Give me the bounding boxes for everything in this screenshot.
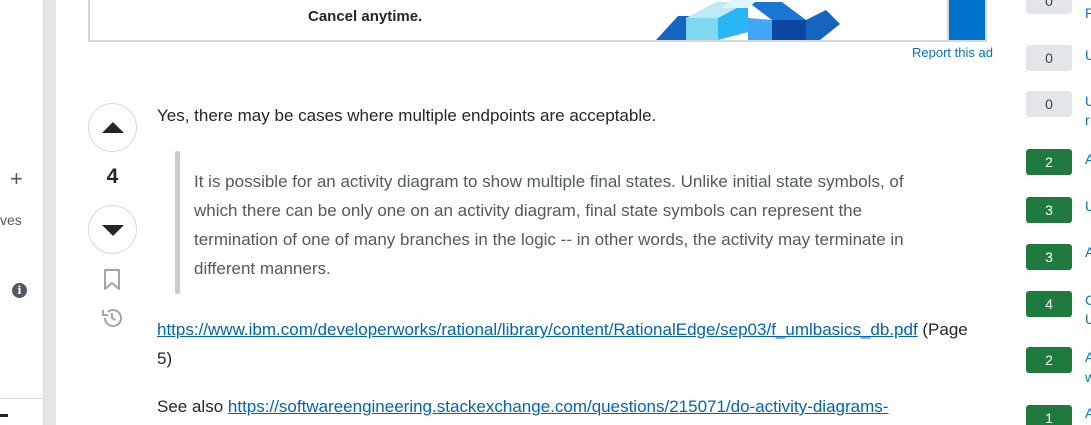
related-question-link[interactable]: U — [1085, 46, 1091, 64]
upvote-button[interactable] — [88, 103, 137, 152]
downvote-button[interactable] — [88, 205, 137, 254]
see-also-link[interactable]: https://softwareengineering.stackexchang… — [228, 397, 889, 416]
source-paragraph: https://www.ibm.com/developerworks/ratio… — [157, 315, 977, 373]
arrow-up-icon — [102, 122, 124, 133]
source-link[interactable]: https://www.ibm.com/developerworks/ratio… — [157, 320, 918, 339]
advertisement[interactable]: Cancel anytime. — [88, 0, 987, 42]
content-gutter — [44, 0, 56, 425]
plus-icon[interactable]: + — [10, 168, 23, 190]
related-question-link[interactable]: A — [1085, 243, 1091, 261]
report-ad-link[interactable]: Report this ad — [912, 45, 993, 60]
answer-count-badge[interactable]: 2 — [1026, 347, 1072, 373]
left-sidebar: + ves i — [0, 0, 44, 425]
bookmark-icon[interactable] — [103, 269, 121, 291]
related-question-link[interactable]: A — [1085, 348, 1091, 366]
ad-text: Cancel anytime. — [308, 8, 423, 25]
arrow-down-icon — [102, 225, 124, 236]
answer-count-badge[interactable]: 4 — [1026, 291, 1072, 317]
see-also-paragraph: See also https://softwareengineering.sta… — [157, 392, 997, 421]
related-question-link-cont[interactable]: w — [1085, 368, 1091, 386]
related-question-link[interactable]: P — [1085, 4, 1091, 22]
answer-count-badge[interactable]: 0 — [1026, 91, 1072, 117]
ad-accent-bar — [947, 0, 985, 40]
see-also-prefix: See also — [157, 397, 228, 416]
answer-count-badge[interactable]: 1 — [1026, 405, 1072, 425]
vote-count: 4 — [106, 165, 119, 188]
sidebar-item-label[interactable]: ves — [0, 212, 22, 228]
answer-count-badge[interactable]: 3 — [1026, 197, 1072, 223]
ad-cubes-image — [656, 0, 840, 40]
related-question-link[interactable]: A — [1085, 404, 1091, 422]
sidebar-divider — [0, 398, 44, 399]
related-question-link-cont[interactable]: U — [1085, 310, 1091, 328]
history-icon[interactable] — [100, 306, 124, 330]
info-icon[interactable]: i — [12, 283, 27, 298]
related-question-link[interactable]: U — [1085, 92, 1091, 110]
answer-count-badge[interactable]: 2 — [1026, 149, 1072, 175]
answer-count-badge[interactable]: 0 — [1026, 45, 1072, 71]
sidebar-bottom-mark — [0, 414, 8, 417]
related-question-link-cont[interactable]: r — [1085, 111, 1090, 129]
related-question-link[interactable]: U — [1085, 197, 1091, 215]
related-question-link[interactable]: A — [1085, 150, 1091, 168]
blockquote-text: It is possible for an activity diagram t… — [194, 172, 904, 278]
blockquote-bar — [175, 151, 180, 294]
answer-intro: Yes, there may be cases where multiple e… — [157, 106, 657, 125]
answer-count-badge[interactable]: 3 — [1026, 244, 1072, 270]
related-question-link[interactable]: C — [1085, 291, 1091, 309]
answer-count-badge[interactable]: 0 — [1026, 0, 1072, 14]
